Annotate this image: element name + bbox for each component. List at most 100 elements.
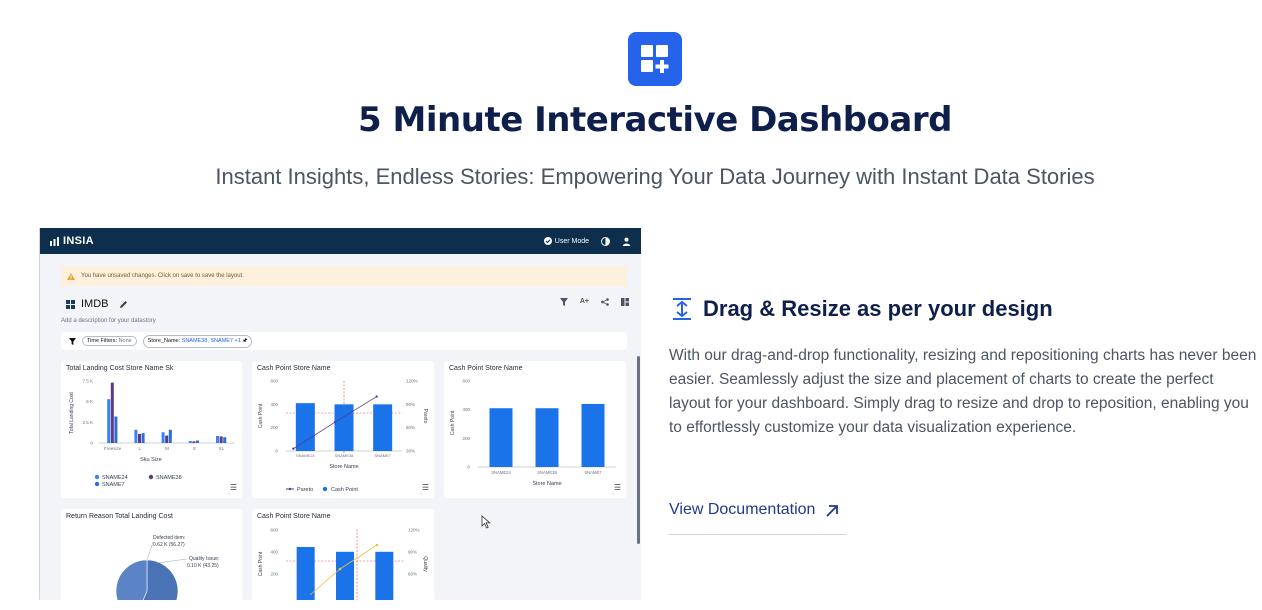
pin-icon: 🖈 — [242, 337, 248, 344]
filter-icon[interactable] — [69, 337, 76, 345]
legend-swatch — [94, 481, 100, 487]
legend-label: SNAME7 — [102, 482, 125, 488]
store-filter-value: SNAME38, SNAME7 +1 — [181, 337, 241, 344]
bar — [188, 440, 192, 443]
user-mode-toggle[interactable]: User Mode — [543, 237, 589, 245]
page-subtitle: Instant Insights, Endless Stories: Empow… — [215, 164, 1095, 189]
check-circle-icon — [543, 237, 552, 245]
legend-swatch — [94, 474, 100, 480]
chart-svg: Defected item:0.62 K (56.27) Quality Issu… — [115, 535, 219, 600]
bar — [192, 441, 196, 443]
chart-card-cash-point-pareto[interactable]: Cash Point Store Name 600 400 200 0 120% 90% 6… — [252, 361, 434, 498]
y2-tick-label: 30% — [406, 449, 415, 454]
chart-svg: 600 400 200 0 SNAME24 SNAME38 SNAME7 Store Name… — [450, 379, 616, 487]
y-tick-label: 400 — [270, 402, 278, 407]
y-tick-label: 0 — [275, 449, 278, 454]
y2-axis-title: Quality — [422, 556, 428, 572]
resize-vertical-icon — [673, 298, 691, 320]
filter-bar: Time Filters: None Store_Name: SNAME38, … — [61, 332, 627, 350]
x-tick-label: SNAME24 — [491, 470, 511, 475]
arrow-up-right-icon — [826, 505, 839, 517]
bar — [114, 416, 118, 443]
x-tick-label: SNAME24 — [296, 453, 315, 458]
chart-card-return-reason[interactable]: Return Reason Total Landing Cost Defecte… — [61, 509, 242, 600]
bar — [168, 429, 172, 443]
y-tick-label: 200 — [270, 425, 278, 430]
legend-swatch — [322, 486, 328, 492]
legend-label: Pareto — [297, 487, 313, 493]
y2-tick-label: 60% — [408, 572, 417, 577]
user-icon[interactable] — [622, 237, 631, 246]
pie-label-value: 0.62 K (56.27) — [153, 542, 185, 548]
datastory-toolbar: A+ — [559, 298, 629, 306]
y-axis-title: Total Landing Cost — [69, 392, 75, 434]
menu-icon[interactable]: ☰ — [422, 483, 429, 492]
menu-icon[interactable]: ☰ — [614, 483, 621, 492]
x-tick-label: Freesize — [104, 446, 122, 451]
theme-toggle-icon[interactable] — [601, 236, 610, 246]
datastory-description[interactable]: Add a description for your datastory — [61, 318, 156, 324]
bar — [107, 399, 111, 443]
mouse-cursor-icon — [481, 515, 491, 529]
chart-card-landing-cost[interactable]: Total Landing Cost Store Name Sk 7.5 K5 … — [61, 361, 242, 498]
x-tick-label: M — [165, 446, 169, 451]
legend-label: SNAME24 — [102, 475, 128, 481]
pareto-point — [333, 421, 337, 424]
app-brand[interactable]: INSIA — [50, 235, 94, 247]
font-size-icon[interactable]: A+ — [580, 298, 589, 306]
y-tick-label: 0 — [90, 441, 93, 446]
x-tick-label: SNAME38 — [537, 470, 557, 475]
y2-tick-label: 90% — [406, 402, 415, 407]
x-axis-title: Sku Size — [140, 457, 162, 463]
chart-card-cash-point-2[interactable]: Cash Point Store Name 600 400 200 120% 90% 60… — [252, 509, 434, 600]
bar — [489, 408, 513, 467]
warning-icon — [67, 272, 75, 280]
time-filter-label: Time Filters: — [87, 338, 118, 344]
y-tick-label: 7.5 K — [82, 379, 93, 384]
y-tick-label: 600 — [462, 379, 470, 384]
feature-description: With our drag-and-drop functionality, re… — [669, 347, 1257, 436]
x-tick-label: XL — [219, 446, 225, 451]
time-filter-value: None — [118, 338, 132, 344]
layout-icon[interactable] — [621, 298, 629, 306]
y-tick-label: 200 — [270, 572, 278, 577]
share-icon[interactable] — [601, 298, 609, 306]
y-tick-label: 400 — [462, 407, 470, 412]
unsaved-changes-banner: You have unsaved changes. Click on save … — [61, 266, 627, 286]
chart-svg: 7.5 K 5 K 2.5 K 0 Freesize L M S XL Sku Size Total… — [69, 379, 235, 488]
x-tick-label: L — [139, 446, 142, 451]
bar — [296, 547, 315, 600]
bar — [134, 429, 138, 443]
chart-svg: 600 400 200 120% 90% 60% Cash Point Quality — [258, 528, 428, 600]
bar — [110, 382, 114, 443]
menu-icon[interactable]: ☰ — [230, 483, 237, 492]
app-brand-name: INSIA — [63, 235, 94, 247]
pie-label: Quality Issue: — [189, 556, 219, 562]
y2-axis-title: Pareto — [422, 409, 428, 424]
legend-swatch — [288, 487, 292, 491]
bar — [161, 432, 165, 443]
y2-tick-label: 120% — [406, 379, 418, 384]
x-tick-label: S — [193, 446, 196, 451]
bar — [375, 551, 394, 600]
y-tick-label: 400 — [270, 550, 278, 555]
bar — [223, 437, 227, 443]
bar — [138, 433, 141, 443]
x-axis-title: Store Name — [532, 481, 561, 487]
filter-icon[interactable] — [559, 298, 568, 306]
app-preview: INSIA User Mode You have unsaved changes… — [39, 228, 641, 600]
store-filter-chip[interactable]: Store_Name: SNAME38, SNAME7 +1 🖈 — [142, 334, 253, 348]
y-tick-label: 600 — [270, 528, 278, 533]
bars-logo-icon — [50, 236, 59, 246]
x-tick-label: SNAME7 — [374, 453, 391, 458]
view-documentation-link[interactable]: View Documentation — [669, 501, 847, 535]
store-filter-label: Store_Name: — [147, 337, 181, 344]
bar — [336, 551, 354, 600]
bar — [334, 404, 354, 451]
time-filter-chip[interactable]: Time Filters: None — [82, 336, 137, 346]
chart-card-cash-point[interactable]: Cash Point Store Name 600 400 200 0 SNAME24 S… — [444, 361, 626, 498]
edit-pencil-icon[interactable] — [119, 300, 128, 309]
page-title: 5 Minute Interactive Dashboard — [358, 100, 952, 140]
chart-svg: 600 400 200 0 120% 90% 60% 30% SNAME24 SNAME38 SNA… — [258, 379, 428, 494]
scrollbar[interactable] — [637, 356, 640, 544]
